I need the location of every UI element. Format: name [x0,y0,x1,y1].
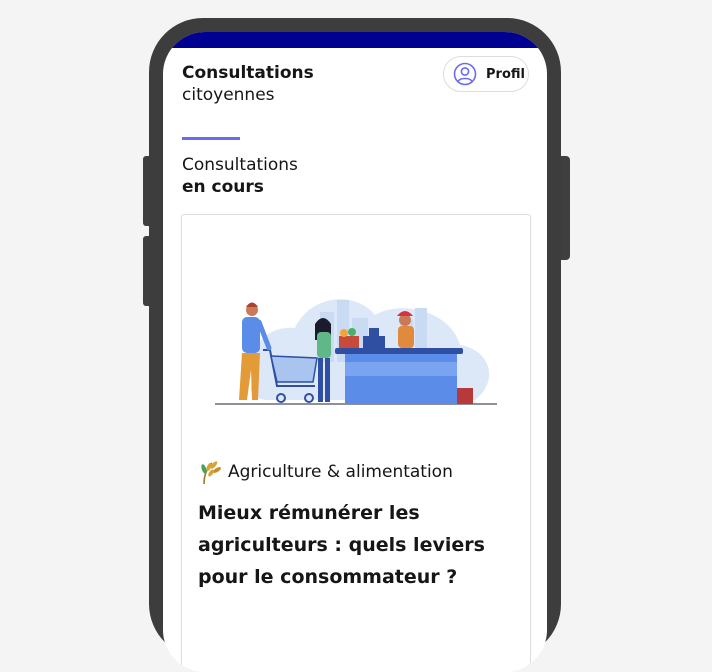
accent-divider [182,137,240,140]
app-title-line1: Consultations [182,63,314,83]
supermarket-checkout-illustration [215,270,499,414]
category-tag: Agriculture & alimentation [198,459,453,485]
app-title: Consultations citoyennes [182,62,314,106]
consultation-card[interactable]: Agriculture & alimentation Mieux rémunér… [181,214,531,672]
section-title-line1: Consultations [182,155,298,175]
category-label: Agriculture & alimentation [228,462,453,482]
consultation-title[interactable]: Mieux rémunérer les agriculteurs : quels… [198,497,528,593]
status-bar [163,32,547,48]
section-title: Consultations en cours [182,154,298,198]
phone-screen: Consultations citoyennes Profil Consulta… [163,32,547,672]
profile-button[interactable]: Profil [443,56,529,92]
section-title-line2: en cours [182,177,264,197]
app-title-line2: citoyennes [182,85,275,105]
user-circle-icon [453,62,477,86]
wheat-icon [201,461,222,485]
profile-label: Profil [486,66,525,82]
